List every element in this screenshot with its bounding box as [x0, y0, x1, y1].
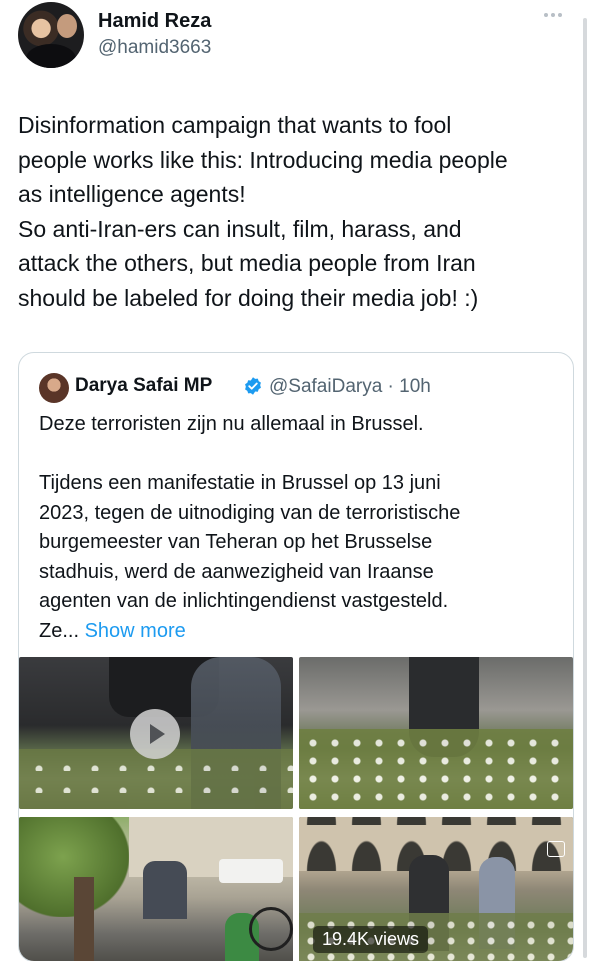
media-image-4[interactable]: 19.4K views: [299, 817, 573, 961]
verified-icon: [245, 377, 261, 395]
more-icon[interactable]: [544, 8, 568, 22]
quoted-author-name[interactable]: Darya Safai MP: [75, 375, 212, 397]
quoted-avatar[interactable]: [39, 373, 69, 403]
scrollbar[interactable]: [583, 18, 587, 958]
tweet-text: Disinformation campaign that wants to fo…: [18, 112, 508, 311]
media-image-3[interactable]: [19, 817, 293, 961]
quoted-text: Deze terroristen zijn nu allemaal in Bru…: [39, 410, 559, 646]
play-button[interactable]: [130, 709, 180, 759]
quoted-handle-time: @SafaiDarya · 10h: [269, 376, 431, 397]
avatar[interactable]: [18, 2, 84, 68]
play-icon: [150, 724, 165, 744]
media-image-2[interactable]: [299, 657, 573, 809]
author-handle[interactable]: @hamid3663: [98, 37, 211, 59]
views-badge: 19.4K views: [313, 926, 429, 953]
gif-icon: [547, 841, 565, 857]
media-video-1[interactable]: [19, 657, 293, 809]
show-more-link[interactable]: Show more: [85, 620, 186, 642]
tweet-header: Hamid Reza @hamid3663: [18, 2, 568, 72]
author-name[interactable]: Hamid Reza: [98, 10, 211, 33]
quoted-body: Deze terroristen zijn nu allemaal in Bru…: [39, 413, 461, 642]
quoted-tweet[interactable]: Darya Safai MP @SafaiDarya · 10h Deze te…: [18, 352, 574, 961]
